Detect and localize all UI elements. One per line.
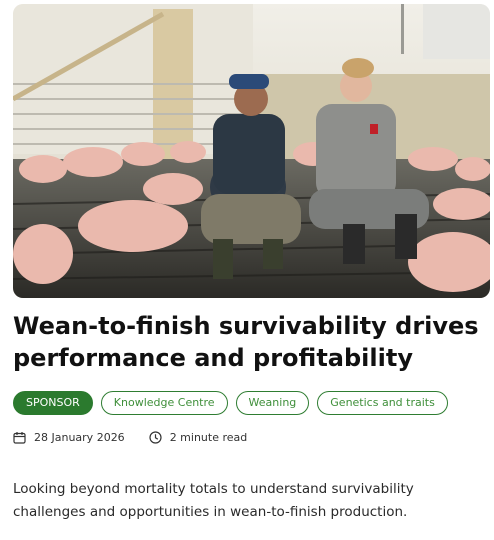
clock-icon — [149, 431, 162, 444]
tag-list: SPONSOR Knowledge Centre Weaning Genetic… — [13, 391, 448, 415]
publish-date: 28 January 2026 — [13, 431, 125, 444]
tag-genetics-and-traits[interactable]: Genetics and traits — [317, 391, 448, 415]
article-description: Looking beyond mortality totals to under… — [13, 481, 414, 520]
tag-sponsor[interactable]: SPONSOR — [13, 391, 93, 415]
publish-date-text: 28 January 2026 — [34, 431, 125, 444]
article-hero-image[interactable] — [13, 4, 490, 298]
tag-weaning[interactable]: Weaning — [235, 391, 310, 415]
calendar-icon — [13, 431, 26, 444]
article-meta: 28 January 2026 2 minute read — [13, 431, 271, 444]
barn-photo — [13, 4, 490, 298]
read-time: 2 minute read — [149, 431, 248, 444]
tag-knowledge-centre[interactable]: Knowledge Centre — [100, 391, 228, 415]
read-time-text: 2 minute read — [169, 431, 248, 444]
article-title[interactable]: Wean-to-finish survivability drives perf… — [13, 310, 483, 374]
